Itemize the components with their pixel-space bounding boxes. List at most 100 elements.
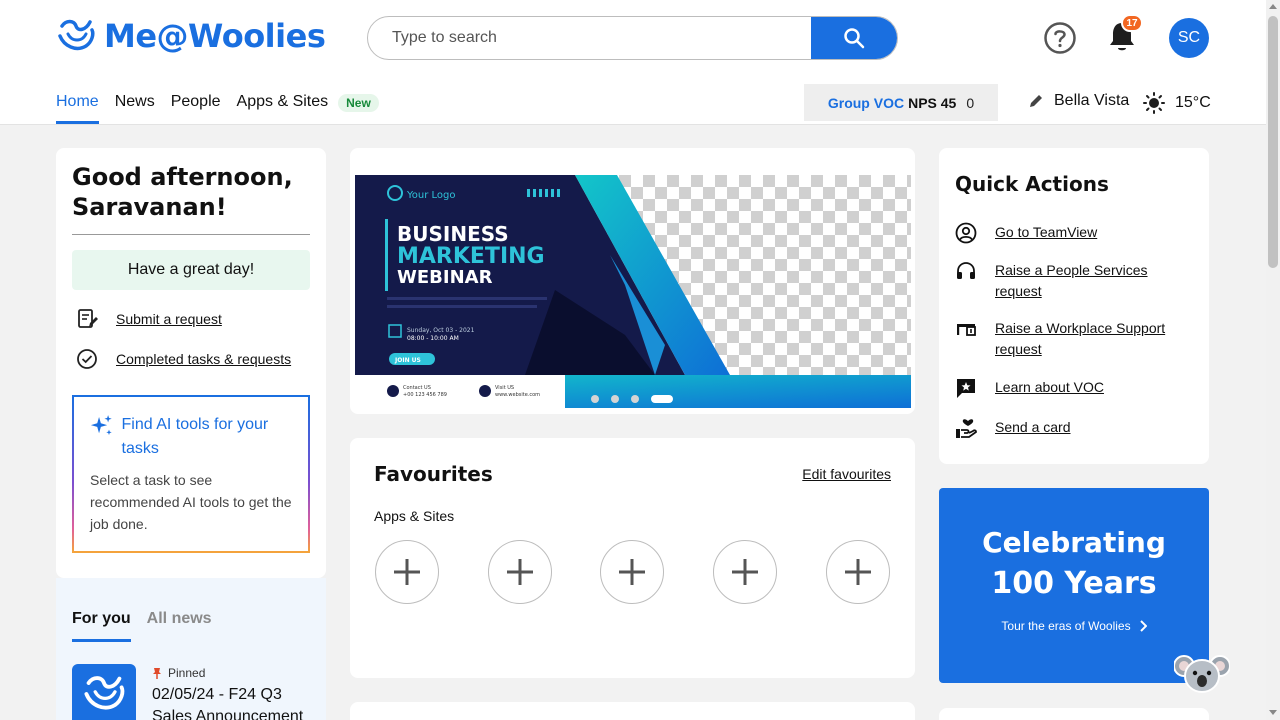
main-nav: Home News People Apps & Sites New: [56, 90, 379, 124]
add-favourite-button[interactable]: [375, 540, 439, 604]
banner-line-3: WEBINAR: [397, 267, 493, 288]
quick-action-teamview[interactable]: Go to TeamView: [955, 222, 1175, 244]
divider: [72, 234, 310, 235]
nav-home[interactable]: Home: [56, 90, 99, 124]
brand-name: Me@Woolies: [104, 17, 326, 55]
pinned-label: Pinned: [152, 666, 205, 680]
news-item-title[interactable]: 02/05/24 - F24 Q3 Sales Announcement: [152, 684, 312, 720]
koala-assistant-icon[interactable]: [1174, 652, 1230, 698]
quick-action-send-card[interactable]: Send a card: [955, 417, 1175, 439]
scrollbar-thumb[interactable]: [1268, 16, 1278, 268]
add-favourite-button[interactable]: [826, 540, 890, 604]
store-selector[interactable]: Bella Vista: [1028, 92, 1129, 110]
form-edit-icon: [78, 309, 98, 328]
news-tabs: For you All news: [72, 610, 212, 642]
chevron-right-icon: [1139, 620, 1147, 632]
quick-action-label: Raise a Workplace Support request: [995, 320, 1166, 357]
new-badge: New: [338, 94, 379, 112]
weather-widget: 15°C: [1143, 92, 1211, 114]
plus-icon: [732, 559, 758, 585]
quick-actions-card: Quick Actions Go to TeamView Raise a Peo…: [939, 148, 1209, 464]
centenary-promo[interactable]: Celebrating 100 Years Tour the eras of W…: [939, 488, 1209, 683]
scroll-up-arrow-icon[interactable]: [1269, 4, 1277, 9]
voc-label: Group VOC: [827, 94, 905, 111]
plus-icon: [619, 559, 645, 585]
nav-apps-sites[interactable]: Apps & Sites: [237, 90, 329, 124]
quick-action-label: Learn about VOC: [995, 379, 1104, 395]
favourites-card: Favourites Edit favourites Apps & Sites: [350, 438, 915, 678]
search-input[interactable]: [368, 17, 811, 59]
promo-line-2: 100 Years: [991, 566, 1157, 601]
search-bar: [367, 16, 898, 60]
quick-action-people-services[interactable]: Raise a People Services request: [955, 260, 1175, 302]
user-circle-icon: [955, 222, 977, 244]
hand-heart-icon: [956, 419, 977, 438]
tab-all-news[interactable]: All news: [147, 610, 212, 642]
banner-line-2: MARKETING: [397, 244, 545, 269]
edit-favourites-link[interactable]: Edit favourites: [802, 466, 891, 482]
add-favourite-button[interactable]: [713, 540, 777, 604]
banner-image[interactable]: Your Logo BUSINESS MARKETING WEBINAR Sun…: [355, 175, 911, 408]
banner-contact-value: +00 123 456 789: [403, 392, 447, 398]
submit-request-link[interactable]: Submit a request: [76, 308, 222, 330]
temperature: 15°C: [1175, 94, 1211, 111]
quick-actions-title: Quick Actions: [955, 172, 1109, 196]
nav-people[interactable]: People: [171, 90, 221, 124]
ai-tools-card[interactable]: Find AI tools for your tasks Select a ta…: [72, 395, 310, 553]
brand-logo[interactable]: Me@Woolies: [56, 16, 326, 56]
quick-action-label: Go to TeamView: [995, 224, 1098, 240]
search-button[interactable]: [811, 17, 897, 59]
quick-action-workplace-support[interactable]: Raise a Workplace Support request: [955, 318, 1175, 360]
greeting-message: Have a great day!: [72, 250, 310, 290]
headset-icon: [957, 262, 975, 279]
add-favourite-button[interactable]: [600, 540, 664, 604]
submit-request-label: Submit a request: [116, 311, 222, 327]
user-avatar[interactable]: SC: [1169, 18, 1209, 58]
quick-action-label: Raise a People Services request: [995, 262, 1148, 299]
woolworths-logo-icon: [84, 676, 125, 710]
banner-contact-label: Contact US: [403, 385, 431, 391]
banner-carousel: Your Logo BUSINESS MARKETING WEBINAR Sun…: [350, 148, 915, 414]
scroll-down-arrow-icon[interactable]: [1269, 710, 1277, 715]
help-icon[interactable]: [1043, 21, 1077, 55]
pin-icon: [153, 668, 161, 679]
promo-link[interactable]: Tour the eras of Woolies: [939, 619, 1209, 633]
star-chat-icon: [957, 379, 975, 398]
greeting-card: Good afternoon, Saravanan! Have a great …: [56, 148, 326, 578]
news-panel: For you All news Pinned 02/05/24 - F24 Q…: [56, 578, 326, 720]
ai-tools-description: Select a task to see recommended AI tool…: [90, 472, 292, 532]
pinned-text: Pinned: [168, 666, 206, 680]
sparkle-icon: [90, 415, 112, 436]
news-thumbnail[interactable]: [72, 664, 136, 720]
tab-for-you[interactable]: For you: [72, 610, 131, 642]
next-card-edge: [939, 708, 1209, 720]
ai-tools-title: Find AI tools for your tasks: [121, 416, 269, 457]
quick-action-label: Send a card: [995, 419, 1071, 435]
banner-visit-value: www.website.com: [495, 392, 540, 398]
banner-line-1: BUSINESS: [397, 222, 509, 246]
plus-icon: [394, 559, 420, 585]
nav-news[interactable]: News: [115, 90, 155, 124]
voc-nps-widget[interactable]: Group VOC NPS 45 0: [804, 84, 998, 121]
banner-logo-text: Your Logo: [406, 190, 456, 201]
voc-value: 0: [966, 94, 975, 111]
next-card-edge: [350, 702, 915, 720]
carousel-dot[interactable]: [631, 395, 639, 403]
carousel-dot[interactable]: [611, 395, 619, 403]
banner-visit-label: Visit US: [495, 385, 514, 391]
carousel-dot-active[interactable]: [651, 395, 673, 403]
voc-metric: NPS 45: [908, 94, 957, 111]
top-header: Me@Woolies 17 SC Home News People Apps &…: [0, 0, 1266, 125]
banner-cta: JOIN US: [394, 357, 421, 364]
banner-date: Sunday, Oct 03 - 2021: [407, 327, 475, 334]
desk-icon: [957, 324, 976, 336]
check-circle-icon: [77, 349, 97, 369]
add-favourite-button[interactable]: [488, 540, 552, 604]
plus-icon: [845, 559, 871, 585]
carousel-dot[interactable]: [591, 395, 599, 403]
promo-line-1: Celebrating: [982, 526, 1166, 559]
pencil-icon: [1030, 95, 1042, 107]
quick-action-voc[interactable]: Learn about VOC: [955, 377, 1175, 399]
completed-tasks-link[interactable]: Completed tasks & requests: [76, 348, 291, 370]
plus-icon: [507, 559, 533, 585]
